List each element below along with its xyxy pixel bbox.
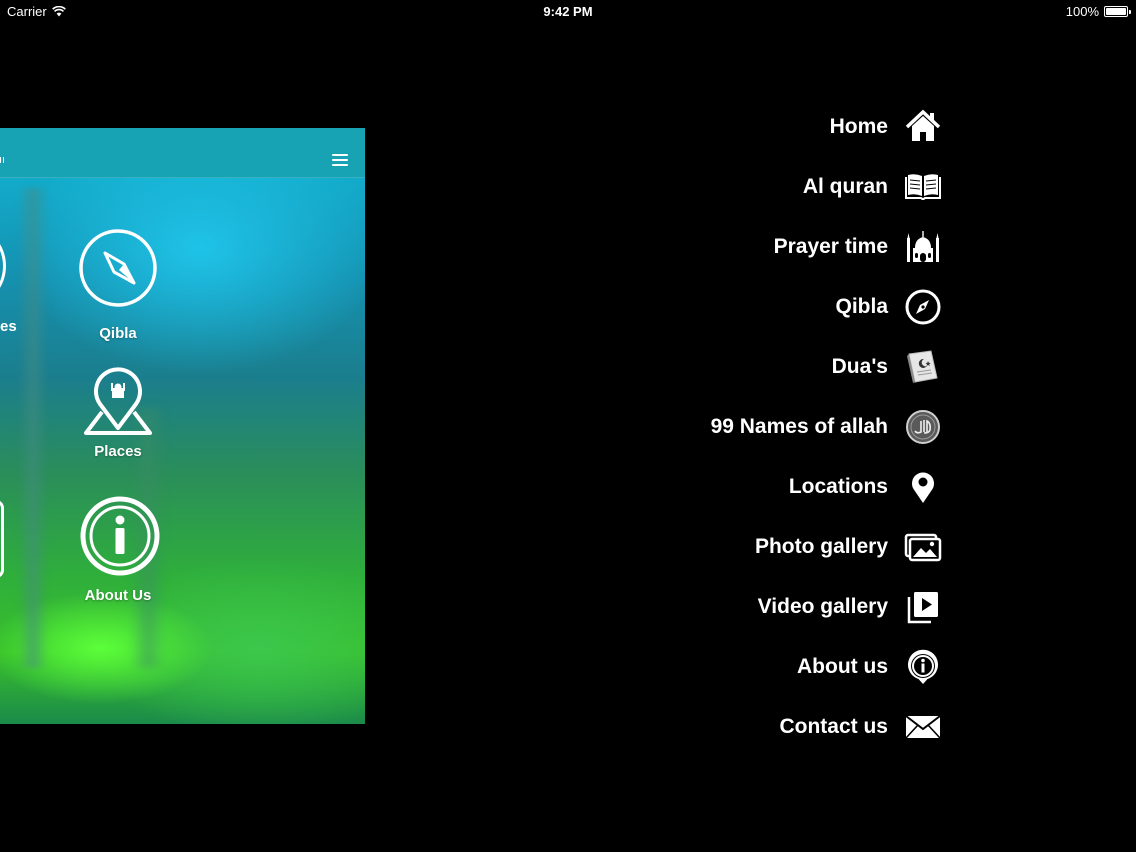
- tile-about-us-label: About Us: [84, 587, 152, 604]
- envelope-icon: [904, 708, 942, 746]
- tile-places-label: Places: [94, 443, 142, 460]
- app-header: [0, 128, 365, 178]
- partial-tile-icon[interactable]: [0, 228, 6, 304]
- app-main-screen-preview[interactable]: es Qibla Places About Us: [0, 128, 365, 724]
- tile-places[interactable]: Places: [78, 364, 158, 460]
- open-book-icon: [904, 168, 942, 206]
- compass-icon: [79, 229, 157, 307]
- compass-icon: [904, 288, 942, 326]
- menu-item-duas[interactable]: Dua's: [600, 337, 960, 397]
- prayer-book-icon: [904, 348, 942, 386]
- photo-gallery-icon: [904, 528, 942, 566]
- menu-item-label: Home: [829, 115, 888, 138]
- menu-item-label: Dua's: [831, 355, 888, 378]
- battery-percent: 100%: [1065, 4, 1099, 19]
- hamburger-menu-icon[interactable]: [332, 154, 348, 166]
- menu-item-label: 99 Names of allah: [710, 415, 888, 438]
- menu-item-label: Prayer time: [773, 235, 888, 258]
- home-icon: [904, 108, 942, 146]
- info-icon: [80, 496, 160, 576]
- menu-item-label: Contact us: [779, 715, 888, 738]
- menu-item-photo-gallery[interactable]: Photo gallery: [600, 517, 960, 577]
- menu-item-label: Photo gallery: [754, 535, 888, 558]
- status-bar: Carrier 9:42 PM 100%: [0, 0, 1136, 24]
- header-edge-icon: [0, 157, 4, 163]
- video-gallery-icon: [904, 588, 942, 626]
- menu-item-label: Al quran: [802, 175, 888, 198]
- status-time: 9:42 PM: [543, 4, 593, 19]
- background-minaret: [18, 188, 48, 668]
- menu-item-99-names[interactable]: 99 Names of allah: [600, 397, 960, 457]
- menu-item-prayer-time[interactable]: Prayer time: [600, 217, 960, 277]
- menu-item-al-quran[interactable]: Al quran: [600, 157, 960, 217]
- menu-item-locations[interactable]: Locations: [600, 457, 960, 517]
- allah-calligraphy-icon: [904, 408, 942, 446]
- menu-item-label: Qibla: [835, 295, 888, 318]
- menu-item-label: Video gallery: [757, 595, 888, 618]
- tile-about-us[interactable]: About Us: [74, 496, 162, 604]
- partial-tile-icon[interactable]: [0, 500, 4, 578]
- location-pin-icon: [904, 468, 942, 506]
- battery-info: 100%: [1065, 4, 1131, 19]
- mosque-icon: [904, 228, 942, 266]
- menu-item-home[interactable]: Home: [600, 97, 960, 157]
- menu-item-video-gallery[interactable]: Video gallery: [600, 577, 960, 637]
- menu-item-about-us[interactable]: About us: [600, 637, 960, 697]
- info-pin-icon: [904, 648, 942, 686]
- partial-tile-label: es: [0, 318, 17, 335]
- menu-item-qibla[interactable]: Qibla: [600, 277, 960, 337]
- menu-item-contact-us[interactable]: Contact us: [600, 697, 960, 757]
- menu-item-label: Locations: [788, 475, 888, 498]
- tile-qibla[interactable]: Qibla: [78, 228, 158, 342]
- map-pin-mosque-icon: [84, 367, 152, 435]
- battery-icon: [1104, 6, 1131, 17]
- tile-qibla-label: Qibla: [99, 325, 137, 342]
- menu-item-label: About us: [797, 655, 888, 678]
